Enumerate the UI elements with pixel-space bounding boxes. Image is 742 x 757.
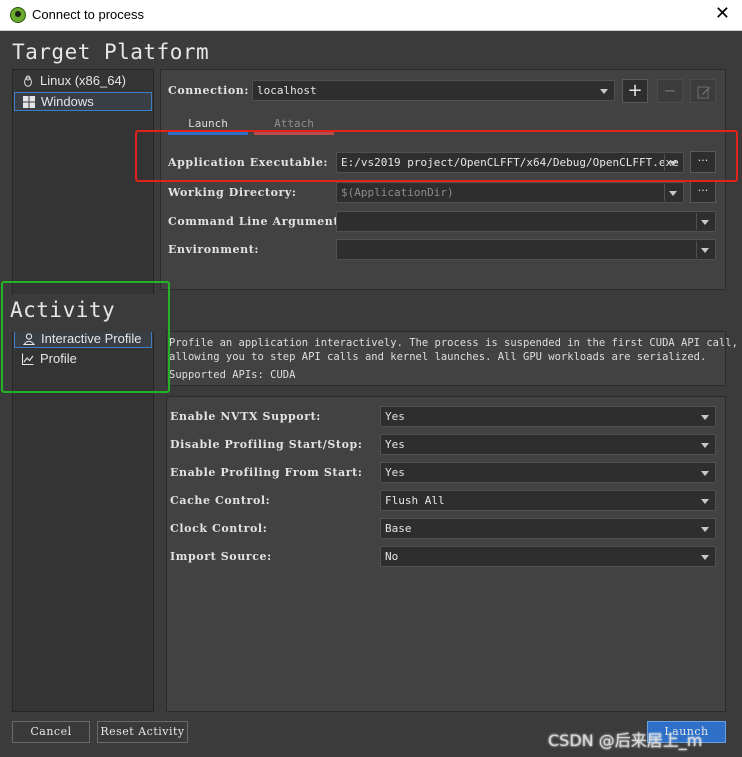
option-value: Flush All <box>385 494 445 507</box>
env-combo[interactable] <box>336 239 716 260</box>
combo-separator <box>696 213 697 230</box>
chevron-down-icon <box>701 471 709 476</box>
option-value: No <box>385 550 399 563</box>
title-bar: Connect to process ✕ <box>0 0 742 31</box>
option-label-nvtx: Enable NVTX Support: <box>170 410 321 423</box>
green-annotation-box <box>1 281 170 393</box>
combo-separator <box>664 184 665 201</box>
env-label: Environment: <box>168 243 260 256</box>
platform-item-linux[interactable]: Linux (x86_64) <box>14 72 152 91</box>
workdir-value: $(ApplicationDir) <box>341 186 454 199</box>
option-combo-import-source[interactable]: No <box>380 546 716 567</box>
nsight-app-icon <box>10 7 26 23</box>
chevron-down-icon <box>701 415 709 420</box>
chevron-down-icon <box>701 248 709 253</box>
option-value: Base <box>385 522 412 535</box>
option-label-import-source: Import Source: <box>170 550 272 563</box>
option-label-disable-profiling: Disable Profiling Start/Stop: <box>170 438 363 451</box>
platform-item-label: Linux (x86_64) <box>40 73 126 88</box>
browse-workdir-button[interactable]: ··· <box>690 181 716 203</box>
tab-label: Launch <box>188 117 228 130</box>
combo-separator <box>696 241 697 258</box>
option-combo-nvtx[interactable]: Yes <box>380 406 716 427</box>
chevron-down-icon <box>701 527 709 532</box>
edit-connection-button[interactable] <box>690 79 716 103</box>
args-combo[interactable] <box>336 211 716 232</box>
chevron-down-icon <box>701 443 709 448</box>
chevron-down-icon <box>600 89 608 94</box>
option-combo-cache-control[interactable]: Flush All <box>380 490 716 511</box>
option-label-cache-control: Cache Control: <box>170 494 271 507</box>
add-connection-button[interactable]: + <box>622 79 648 103</box>
option-combo-disable-profiling[interactable]: Yes <box>380 434 716 455</box>
description-line-1: Profile an application interactively. Th… <box>169 337 738 349</box>
cancel-button[interactable]: Cancel <box>12 721 90 743</box>
option-combo-clock-control[interactable]: Base <box>380 518 716 539</box>
option-label-profiling-from-start: Enable Profiling From Start: <box>170 466 363 479</box>
chevron-down-icon <box>701 220 709 225</box>
workdir-combo[interactable]: $(ApplicationDir) <box>336 182 684 203</box>
args-label: Command Line Arguments: <box>168 215 351 228</box>
reset-activity-button[interactable]: Reset Activity <box>97 721 188 743</box>
linux-icon <box>24 75 32 87</box>
connection-combo[interactable]: localhost <box>252 80 615 101</box>
close-icon[interactable]: ✕ <box>715 3 730 24</box>
watermark: CSDN @后来居上_m <box>548 731 703 750</box>
platform-item-windows[interactable]: Windows <box>14 92 152 111</box>
option-combo-profiling-from-start[interactable]: Yes <box>380 462 716 483</box>
option-label-clock-control: Clock Control: <box>170 522 268 535</box>
connection-label: Connection: <box>168 84 250 97</box>
connection-value: localhost <box>257 84 317 97</box>
option-value: Yes <box>385 466 405 479</box>
window-title: Connect to process <box>32 7 145 22</box>
red-annotation-box <box>135 130 738 182</box>
description-line-2: allowing you to step API calls and kerne… <box>169 351 707 363</box>
chevron-down-icon <box>669 191 677 196</box>
target-platform-heading: Target Platform <box>12 40 210 64</box>
edit-icon <box>697 86 710 99</box>
platform-item-label: Windows <box>41 94 94 109</box>
remove-connection-button[interactable]: − <box>657 79 683 103</box>
tab-label: Attach <box>274 117 314 130</box>
option-value: Yes <box>385 410 405 423</box>
option-value: Yes <box>385 438 405 451</box>
description-line-3: Supported APIs: CUDA <box>169 369 296 381</box>
chevron-down-icon <box>701 555 709 560</box>
windows-icon <box>23 96 35 108</box>
chevron-down-icon <box>701 499 709 504</box>
workdir-label: Working Directory: <box>168 186 297 199</box>
